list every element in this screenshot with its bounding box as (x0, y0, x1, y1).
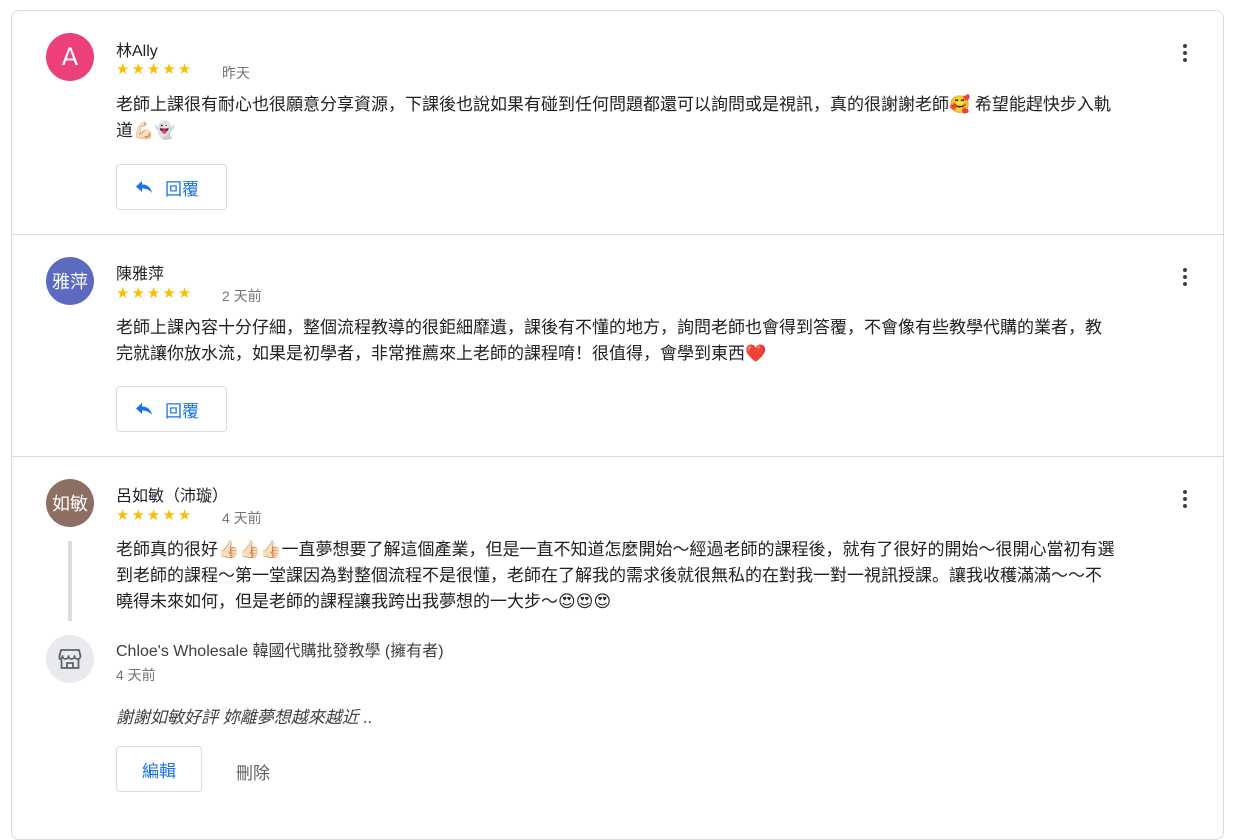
review-text: 老師真的很好👍🏻👍🏻👍🏻一直夢想要了解這個產業，但是一直不知道怎麼開始～經過老師… (116, 540, 1115, 611)
more-options-icon[interactable] (1173, 484, 1197, 514)
edit-label: 編輯 (142, 761, 176, 781)
owner-name: Chloe's Wholesale 韓國代購批發教學 (擁有者) (116, 643, 444, 660)
reviewer-name[interactable]: 林Ally (116, 37, 158, 61)
star-rating: ★★★★★ (116, 60, 194, 78)
owner-avatar (46, 635, 94, 683)
review-item: 雅萍 陳雅萍 ★★★★★ 2 天前 老師上課內容十分仔細，整個流程教導的很鉅細靡… (12, 235, 1223, 457)
owner-reply-date: 4 天前 (116, 667, 156, 683)
star-rating: ★★★★★ (116, 506, 194, 524)
review-date: 2 天前 (222, 288, 262, 304)
reply-label: 回覆 (165, 179, 199, 199)
more-options-icon[interactable] (1173, 262, 1197, 292)
reply-thread-line (68, 541, 72, 621)
reviews-card: A 林Ally ★★★★★ 昨天 老師上課很有耐心也很願意分享資源，下課後也說如… (11, 10, 1224, 840)
edit-button[interactable]: 編輯 (116, 746, 202, 792)
reply-arrow-icon (136, 403, 152, 415)
reviewer-avatar[interactable]: 雅萍 (46, 257, 94, 305)
star-rating: ★★★★★ (116, 284, 194, 302)
review-date: 4 天前 (222, 510, 262, 526)
reply-label: 回覆 (165, 401, 199, 421)
owner-reply-text: 謝謝如敏好評 妳離夢想越來越近 .. (116, 708, 373, 727)
review-item: 如敏 呂如敏（沛璇） ★★★★★ 4 天前 老師真的很好👍🏻👍🏻👍🏻一直夢想要了… (12, 457, 1223, 837)
reviewer-name[interactable]: 呂如敏（沛璇） (116, 482, 228, 506)
reviewer-avatar[interactable]: A (46, 33, 94, 81)
review-item: A 林Ally ★★★★★ 昨天 老師上課很有耐心也很願意分享資源，下課後也說如… (12, 11, 1223, 235)
reply-button[interactable]: 回覆 (116, 386, 227, 432)
store-icon (58, 649, 82, 669)
reply-button[interactable]: 回覆 (116, 164, 227, 210)
review-date: 昨天 (222, 65, 250, 81)
reviewer-name[interactable]: 陳雅萍 (116, 260, 164, 284)
reviewer-avatar[interactable]: 如敏 (46, 479, 94, 527)
review-text: 老師上課很有耐心也很願意分享資源，下課後也說如果有碰到任何問題都還可以詢問或是視… (116, 95, 1111, 140)
review-text: 老師上課內容十分仔細，整個流程教導的很鉅細靡遺，課後有不懂的地方，詢問老師也會得… (116, 318, 1102, 363)
delete-button[interactable]: 刪除 (236, 759, 270, 784)
reply-arrow-icon (136, 181, 152, 193)
more-options-icon[interactable] (1173, 38, 1197, 68)
